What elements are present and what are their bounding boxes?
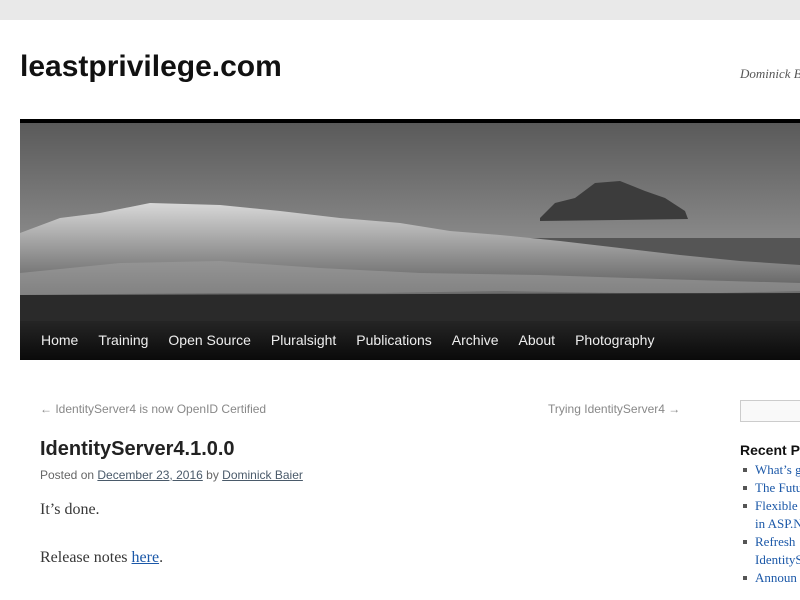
iceberg-photo [20,123,800,321]
recent-post-line: IdentityS [755,552,800,567]
nav-item-pluralsight[interactable]: Pluralsight [261,321,346,360]
meta-by: by [206,468,219,482]
nav-item-home[interactable]: Home [31,321,88,360]
recent-post-item[interactable]: Flexible in ASP.N [740,497,800,533]
previous-post-link[interactable]: ← IdentityServer4 is now OpenID Certifie… [40,402,266,416]
recent-post-item[interactable]: Refresh IdentityS [740,533,800,569]
author-link[interactable]: Dominick Baier [222,468,303,482]
recent-post-line: The Futu [755,480,800,495]
nav-item-about[interactable]: About [508,321,565,360]
recent-post-item[interactable]: The Futu [740,479,800,497]
page: leastprivilege.com Dominick B Control [0,20,800,600]
recent-post-item[interactable]: Announ [740,569,800,587]
post-paragraph-release-notes: Release notes here. [40,549,163,567]
post-meta: Posted on December 23, 2016 by Dominick … [40,468,303,482]
nav-item-archive[interactable]: Archive [442,321,509,360]
nav-item-publications[interactable]: Publications [346,321,442,360]
nav-item-training[interactable]: Training [88,321,158,360]
site-title[interactable]: leastprivilege.com [20,50,282,84]
meta-posted-on: Posted on [40,468,95,482]
recent-post-line: Refresh [755,534,796,549]
recent-post-line: in ASP.N [755,516,800,531]
nav-item-open-source[interactable]: Open Source [158,321,261,360]
recent-posts-list: What’s g The Futu Flexible in ASP.N Refre… [740,461,800,587]
next-post-link[interactable]: Trying IdentityServer4 → [548,402,680,416]
release-notes-period: . [159,549,164,566]
release-notes-text: Release notes [40,549,128,566]
post-date-link[interactable]: December 23, 2016 [97,468,202,482]
recent-post-line: What’s g [755,462,800,477]
release-notes-link[interactable]: here [132,549,160,566]
nav-item-photography[interactable]: Photography [565,321,664,360]
header-image [20,119,800,321]
post-paragraph: It’s done. [40,501,100,518]
recent-post-item[interactable]: What’s g [740,461,800,479]
recent-posts-title: Recent P [740,442,800,458]
site-description: Dominick B Control [740,66,800,81]
recent-post-line: Announ [755,570,797,585]
recent-post-line: Flexible [755,498,798,513]
main-nav: Home Training Open Source Pluralsight Pu… [20,321,800,360]
search-input[interactable] [740,400,800,422]
post-title[interactable]: IdentityServer4.1.0.0 [40,438,235,461]
